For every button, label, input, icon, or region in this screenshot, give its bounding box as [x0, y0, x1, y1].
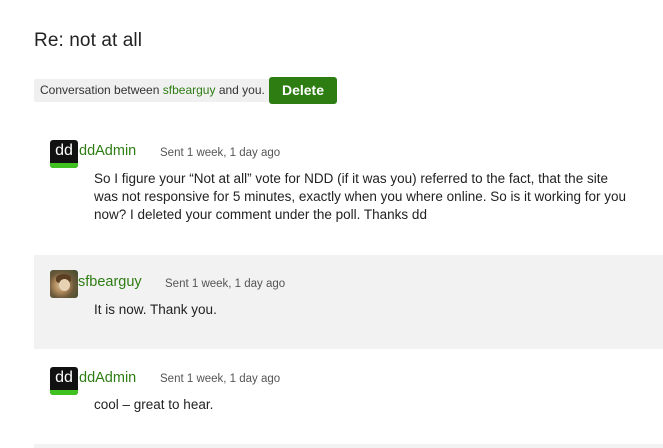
- avatar-accent-bar: [50, 163, 78, 168]
- participant-link[interactable]: sfbearguy: [163, 83, 216, 97]
- avatar[interactable]: [50, 270, 78, 298]
- message-item: dd ddAdmin Sent 1 week, 1 day ago cool –…: [34, 352, 663, 444]
- message-body: So I figure your “Not at all” vote for N…: [94, 171, 627, 222]
- avatar[interactable]: dd: [50, 140, 78, 168]
- conversation-participants: Conversation between sfbearguy and you.: [34, 79, 271, 102]
- avatar-text: dd: [55, 142, 73, 159]
- delete-button[interactable]: Delete: [269, 77, 337, 104]
- page-title: Re: not at all: [34, 30, 143, 51]
- avatar-accent-bar: [50, 390, 78, 395]
- next-message-strip: [34, 444, 663, 448]
- message-item: sfbearguy Sent 1 week, 1 day ago It is n…: [34, 255, 663, 349]
- conversation-suffix: and you.: [218, 83, 265, 97]
- avatar[interactable]: dd: [50, 367, 78, 395]
- message-item: dd ddAdmin Sent 1 week, 1 day ago So I f…: [34, 124, 663, 244]
- message-author[interactable]: ddAdmin: [79, 143, 136, 159]
- message-body: cool – great to hear.: [94, 397, 214, 412]
- message-author[interactable]: sfbearguy: [78, 274, 142, 290]
- message-body: It is now. Thank you.: [94, 302, 217, 317]
- avatar-text: dd: [55, 369, 73, 386]
- message-timestamp: Sent 1 week, 1 day ago: [160, 373, 281, 385]
- message-timestamp: Sent 1 week, 1 day ago: [160, 147, 281, 159]
- avatar-photo-face: [59, 279, 70, 291]
- message-author[interactable]: ddAdmin: [79, 370, 136, 386]
- message-timestamp: Sent 1 week, 1 day ago: [165, 278, 286, 290]
- conversation-prefix: Conversation between: [40, 83, 160, 97]
